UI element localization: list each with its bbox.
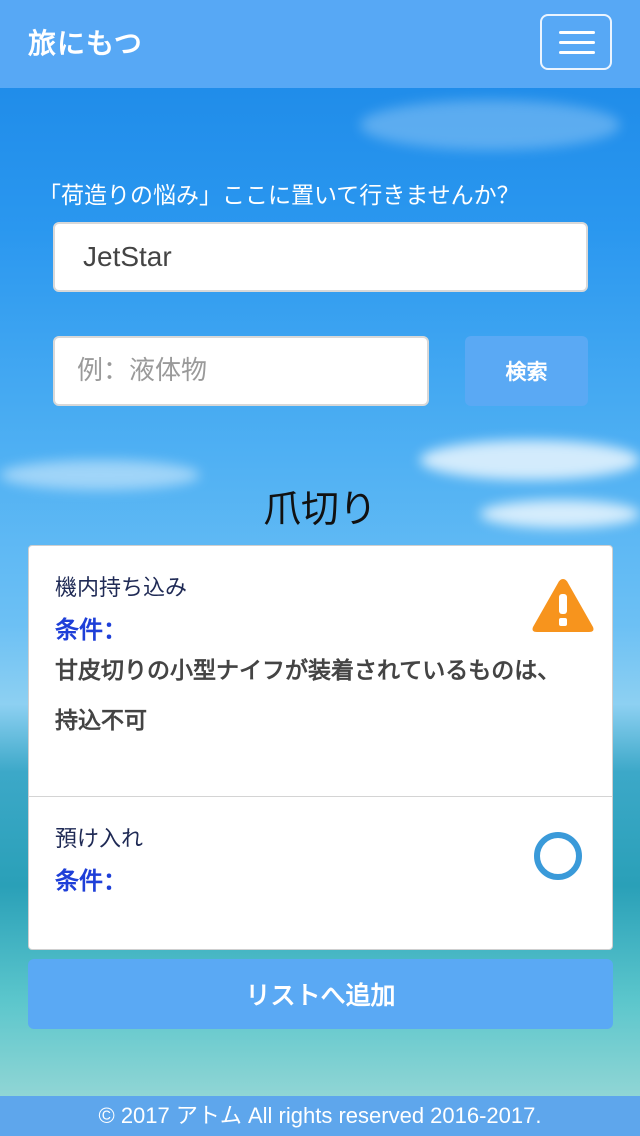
hamburger-menu-icon — [559, 51, 595, 54]
item-title: 爪切り — [262, 487, 377, 531]
carry-on-label: 機内持ち込み — [55, 576, 188, 601]
hamburger-menu-icon — [559, 41, 595, 44]
background-cloud — [360, 100, 620, 150]
circle-ok-icon — [534, 832, 582, 880]
brand-logo[interactable]: 旅にもつ — [28, 22, 143, 62]
result-card: 機内持ち込み 条件： 甘皮切りの小型ナイフが装着されているものは、持込不可 預け… — [28, 545, 613, 950]
condition-label: 条件： — [55, 616, 127, 644]
search-button[interactable]: 検索 — [465, 336, 588, 406]
hamburger-menu-button[interactable] — [540, 14, 612, 70]
checked-baggage-label: 預け入れ — [55, 827, 144, 852]
background-cloud — [420, 440, 640, 480]
condition-label: 条件： — [55, 867, 127, 895]
checked-baggage-section: 預け入れ 条件： — [29, 796, 612, 952]
warning-icon — [532, 579, 594, 632]
condition-text: 甘皮切りの小型ナイフが装着されているものは、持込不可 — [55, 658, 561, 734]
add-to-list-button[interactable]: リストへ追加 — [28, 959, 613, 1029]
tagline: 「荷造りの悩み」ここに置いて行きませんか？ — [38, 183, 520, 209]
item-search-input[interactable] — [53, 336, 429, 406]
carry-on-section: 機内持ち込み 条件： 甘皮切りの小型ナイフが装着されているものは、持込不可 — [29, 546, 612, 796]
airline-input[interactable] — [53, 222, 588, 292]
navbar: 旅にもつ — [0, 0, 640, 88]
hamburger-menu-icon — [559, 31, 595, 34]
footer-copyright: © 2017 アトム All rights reserved 2016-2017… — [0, 1096, 640, 1136]
